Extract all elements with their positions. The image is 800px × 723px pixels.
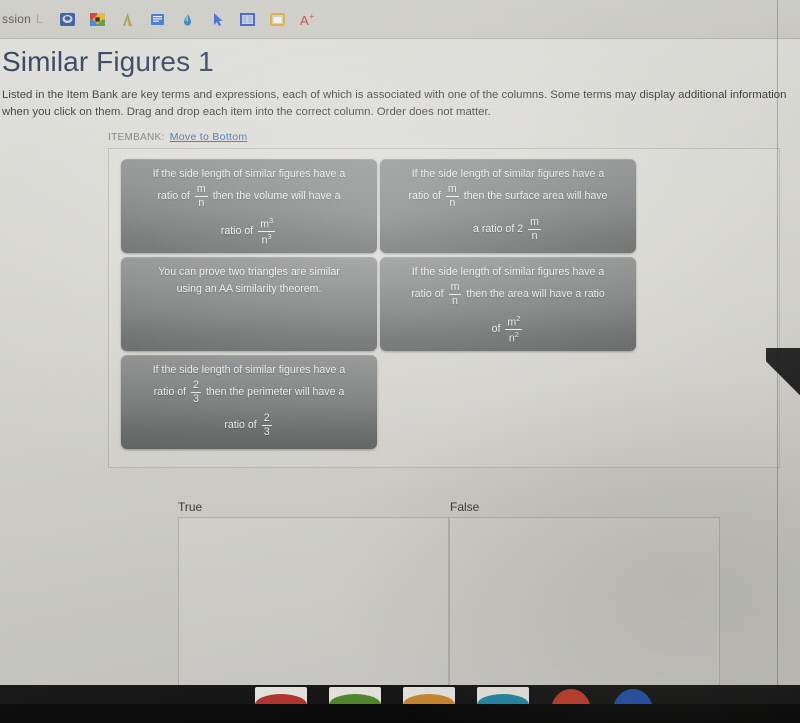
card-text: ratio of <box>153 385 187 398</box>
svg-text:A: A <box>300 13 309 28</box>
card-surface-area-ratio[interactable]: If the side length of similar figures ha… <box>380 159 636 253</box>
fraction: mn <box>448 281 462 307</box>
card-area-ratio[interactable]: If the side length of similar figures ha… <box>380 257 636 351</box>
move-to-bottom-link[interactable]: Move to Bottom <box>170 131 248 143</box>
card-line-3: ratio of 2 3 <box>130 413 368 437</box>
dropzone-true[interactable] <box>178 517 449 685</box>
card-text: ratio of <box>411 287 444 300</box>
item-bank-grid: If the side length of similar figures ha… <box>121 159 641 449</box>
card-line-2: using an AA similarity theorem. <box>130 282 368 297</box>
page-title: Similar Figures 1 <box>2 46 214 77</box>
card-line-1: If the side length of similar figures ha… <box>389 167 627 182</box>
fraction-denominator: 3 <box>193 392 199 405</box>
shield-badge-icon[interactable] <box>59 11 76 28</box>
fraction-numerator: m <box>445 183 459 197</box>
fraction-numerator: 2 <box>261 412 272 426</box>
instructions-text: Listed in the Item Bank are key terms an… <box>2 89 787 118</box>
fraction: mn <box>528 217 541 241</box>
text-size-increase-icon[interactable]: A + <box>299 11 316 28</box>
drop-columns: True False <box>178 500 723 685</box>
fraction: mn <box>445 183 459 209</box>
itembank-label: ITEMBANK: <box>108 132 165 143</box>
card-text: then the perimeter will have a <box>205 385 345 398</box>
card-text: then the area will have a ratio <box>466 287 605 300</box>
browser-tab-title-faded: L <box>36 12 43 26</box>
fraction: m2 n2 <box>505 314 523 345</box>
frame-window-icon[interactable] <box>269 11 286 28</box>
fraction-denominator: n2 <box>508 330 519 345</box>
itembank-header: ITEMBANK: Move to Bottom <box>108 131 800 143</box>
browser-toolbar: ssion L A + <box>0 0 800 39</box>
fraction-numerator: m <box>528 216 541 230</box>
fraction-denominator: n3 <box>261 232 272 247</box>
fraction-numerator: m <box>194 183 208 197</box>
fraction-denominator: n <box>198 196 205 209</box>
fraction-numerator: m <box>448 281 462 295</box>
card-line-2: ratio of m n then the area will have a rati… <box>389 282 627 306</box>
card-text: ratio of <box>157 189 190 202</box>
card-text: ratio of <box>408 189 441 202</box>
card-aa-similarity[interactable]: You can prove two triangles are similar u… <box>121 257 377 351</box>
fraction-denominator: 3 <box>263 425 270 438</box>
card-text: using an AA similarity theorem. <box>176 283 322 295</box>
split-panel-icon[interactable] <box>239 11 256 28</box>
fraction: m3 n3 <box>258 216 276 247</box>
fraction-denominator: n <box>452 294 458 307</box>
document-lines-icon[interactable] <box>149 11 166 28</box>
card-volume-ratio[interactable]: If the side length of similar figures ha… <box>121 159 377 253</box>
assignment-page: Similar Figures 1 Listed in the Item Ban… <box>0 38 800 685</box>
card-line-1: You can prove two triangles are similar <box>130 265 368 280</box>
card-line-1: If the side length of similar figures ha… <box>130 363 368 378</box>
card-perimeter-ratio[interactable]: If the side length of similar figures ha… <box>121 355 377 449</box>
fraction-denominator: n <box>449 196 456 209</box>
dropzone-false[interactable] <box>449 517 720 685</box>
triangle-a-icon[interactable] <box>119 11 136 28</box>
dropzone-row <box>178 517 723 685</box>
fraction: 23 <box>191 380 201 404</box>
card-text: then the surface area will have <box>463 189 608 202</box>
fraction: 23 <box>261 412 272 438</box>
bookmarks-bar: A + <box>59 11 316 28</box>
card-text: If the side length of similar figures ha… <box>152 168 346 180</box>
screen-bezel-seam <box>777 0 778 685</box>
card-line-3: a ratio of 2 mn <box>389 217 627 241</box>
card-text: If the side length of similar figures ha… <box>152 364 346 376</box>
column-header-true: True <box>178 500 203 514</box>
svg-text:+: + <box>309 12 314 21</box>
card-text: If the side length of similar figures ha… <box>411 168 605 180</box>
screen-photo: ssion L A + Similar Figures 1 Listed in … <box>0 0 800 723</box>
column-header-false: False <box>450 500 480 514</box>
card-text: ratio of <box>220 225 254 238</box>
card-line-2: ratio of 2 3 then the perimeter will have a <box>130 380 368 404</box>
card-text: You can prove two triangles are similar <box>158 266 340 278</box>
fraction-numerator: 2 <box>191 379 201 393</box>
dock-mask <box>0 704 800 723</box>
browser-tab-title[interactable]: ssion <box>2 12 31 26</box>
card-line-3: of m2 n2 <box>389 315 627 344</box>
card-text: ratio of <box>224 418 257 431</box>
cursor-arrow-icon[interactable] <box>209 11 226 28</box>
card-text: then the volume will have a <box>212 189 341 202</box>
card-text: of <box>491 323 501 336</box>
card-line-2: ratio of m n then the surface area will hav… <box>389 184 627 208</box>
card-line-1: If the side length of similar figures ha… <box>389 265 627 280</box>
card-text: a ratio of 2 <box>473 222 524 235</box>
card-text: If the side length of similar figures ha… <box>411 266 605 278</box>
fraction-numerator: m3 <box>258 216 276 233</box>
card-line-2: ratio of m n then the volume will have a <box>130 184 368 208</box>
card-line-1: If the side length of similar figures ha… <box>130 167 368 182</box>
colorful-diamond-icon[interactable] <box>89 11 106 28</box>
item-bank-panel[interactable]: If the side length of similar figures ha… <box>108 148 780 468</box>
finger-shadow <box>766 348 800 418</box>
paint-drop-icon[interactable] <box>179 11 196 28</box>
card-line-3: ratio of m3 n3 <box>130 217 368 246</box>
fraction: mn <box>194 183 208 209</box>
column-headers: True False <box>178 500 723 514</box>
fraction-numerator: m2 <box>505 314 523 331</box>
taskbar-dock <box>0 685 800 723</box>
fraction-denominator: n <box>531 229 538 242</box>
